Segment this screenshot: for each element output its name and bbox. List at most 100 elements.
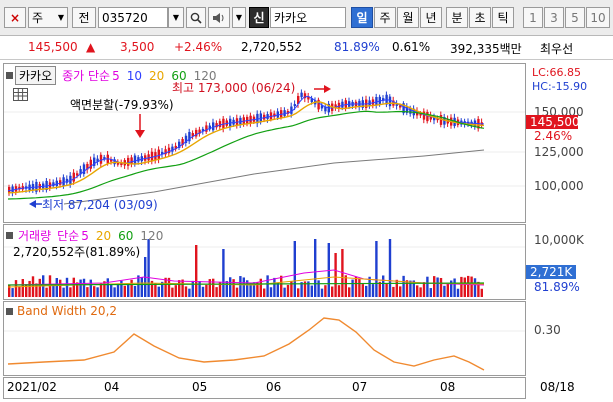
volume-bar — [106, 278, 109, 297]
interval-10-label: 10 — [590, 10, 606, 25]
grid-toggle-icon[interactable] — [13, 88, 28, 101]
high-arrow-icon — [324, 85, 331, 93]
chart-type-select[interactable]: 주 ▼ — [28, 7, 68, 28]
volume-bar — [283, 287, 286, 297]
volume-bar — [436, 277, 439, 297]
volume-bar — [385, 283, 388, 297]
volume-bar — [337, 285, 341, 297]
new-badge[interactable]: 신 — [249, 7, 269, 28]
volume-bar — [225, 281, 228, 297]
hc-label: HC:-15.90 — [532, 80, 588, 93]
volume-bar — [460, 276, 463, 297]
volume-bar — [191, 280, 194, 297]
price-candle-body — [300, 92, 303, 98]
price-candle-body — [212, 122, 215, 131]
tab-second-label: 초 — [474, 11, 486, 25]
volume-bar — [456, 288, 460, 297]
volume-bar — [55, 277, 58, 297]
price-axis: LC:66.85 HC:-15.90 150,000 145,500 2.46%… — [526, 63, 613, 223]
split-arrow-icon — [135, 130, 145, 138]
best-quote-tag: 최우선 — [540, 42, 574, 56]
toolbar: × 주 ▼ 전 035720 ▼ ▼ 신 카카오 일 주 월 년 분 초 틱 1… — [0, 0, 613, 36]
price-candle-body — [426, 111, 429, 122]
lc-label: LC:66.85 — [532, 66, 582, 79]
volume-bar — [375, 241, 378, 297]
bandwidth-chart-pane[interactable]: Band Width 20,2 — [3, 301, 526, 376]
bandwidth-legend: Band Width 20,2 — [6, 304, 117, 318]
search-button[interactable] — [186, 7, 206, 28]
volume-bar — [378, 281, 381, 297]
volume-bar — [324, 285, 327, 297]
search-icon — [190, 12, 202, 24]
volume-bar — [229, 277, 232, 297]
price-chart-pane[interactable]: 카카오 종가 단순 5 10 20 60 120 액면분할(-79.93%) 최… — [3, 63, 526, 223]
volume-bar — [286, 284, 290, 297]
tab-second[interactable]: 초 — [469, 7, 491, 28]
tab-minute[interactable]: 분 — [446, 7, 468, 28]
volume-bar — [473, 278, 477, 297]
volume-bar — [164, 277, 167, 297]
sound-button[interactable] — [208, 7, 230, 28]
volume-bar — [157, 286, 160, 297]
tab-month-label: 월 — [402, 11, 414, 25]
tab-week[interactable]: 주 — [374, 7, 396, 28]
bandwidth-title: Band Width 20,2 — [17, 304, 118, 318]
volume-bar — [276, 282, 279, 297]
volume-bar — [331, 286, 334, 297]
volume-bar — [273, 277, 276, 297]
tab-year[interactable]: 년 — [420, 7, 442, 28]
interval-10-button[interactable]: 10 — [586, 7, 610, 28]
sound-dropdown-button[interactable]: ▼ — [232, 7, 246, 28]
stock-label[interactable]: 카카오 — [15, 66, 57, 85]
volume-bar — [38, 278, 41, 297]
volume-bar — [215, 287, 218, 297]
volume-ma-5: 5 — [81, 228, 89, 243]
volume-bar — [18, 286, 21, 297]
low-annotation: 최저 87,204 (03/09) — [42, 198, 158, 212]
interval-5-label: 5 — [571, 10, 579, 25]
volume-bar — [239, 276, 242, 297]
volume-bar — [154, 282, 157, 297]
price-change: 3,500 — [120, 40, 155, 54]
interval-3-button[interactable]: 3 — [544, 7, 564, 28]
volume-bar — [86, 287, 89, 297]
price-ma-10: 10 — [126, 68, 143, 83]
volume-bar — [82, 278, 86, 297]
current-pct-tag: 2.46% — [534, 129, 573, 143]
split-annotation: 액면분할(-79.93%) — [70, 98, 174, 112]
axis-price-125000: 125,000 — [534, 145, 584, 159]
interval-1-button[interactable]: 1 — [523, 7, 543, 28]
price-candle-body — [157, 149, 160, 160]
stock-name-field[interactable]: 카카오 — [270, 7, 346, 28]
tab-day-label: 일 — [356, 11, 368, 25]
volume-chart-pane[interactable]: 거래량 단순 5 20 60 120 2,720,552주(81.89%) — [3, 224, 526, 300]
tab-tick[interactable]: 틱 — [492, 7, 514, 28]
price-candle-body — [62, 177, 65, 187]
axis-volume-10000k: 10,000K — [534, 233, 584, 247]
volume-bar — [344, 275, 347, 297]
stock-code-input[interactable]: 035720 — [98, 7, 168, 28]
price-candle-body — [218, 121, 222, 128]
price-candle-body — [99, 154, 103, 164]
all-button[interactable]: 전 — [72, 7, 96, 28]
current-volume-pct: 81.89% — [534, 280, 580, 294]
current-volume-tag: 2,721K — [526, 265, 576, 279]
volume-bar — [416, 285, 419, 297]
tab-month[interactable]: 월 — [397, 7, 419, 28]
volume-bar — [446, 283, 449, 297]
volume-bar — [242, 277, 245, 297]
crosshair-icon: × — [9, 10, 21, 25]
price-change-pct: +2.46% — [174, 40, 223, 54]
interval-3-label: 3 — [550, 10, 558, 25]
square-icon — [6, 72, 13, 79]
code-dropdown-button[interactable]: ▼ — [168, 7, 184, 28]
volume-ma-20: 20 — [95, 228, 112, 243]
volume-bar — [212, 278, 215, 297]
crosshair-button[interactable]: × — [4, 7, 26, 28]
volume-bar — [399, 286, 402, 297]
volume-value: 2,720,552 — [241, 40, 303, 54]
interval-5-button[interactable]: 5 — [565, 7, 585, 28]
tab-day[interactable]: 일 — [351, 7, 373, 28]
volume-bar — [178, 280, 181, 297]
volume-ratio: 81.89% — [334, 40, 380, 54]
